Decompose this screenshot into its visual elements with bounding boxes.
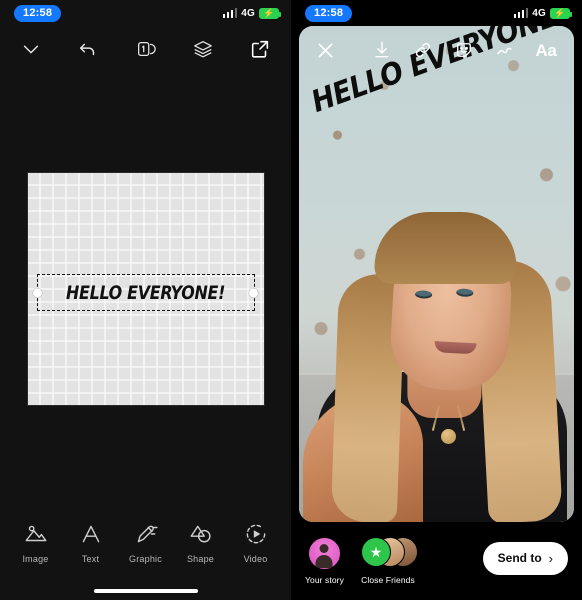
close-friends-label: Close Friends <box>361 575 415 585</box>
signal-bars-icon <box>222 8 238 18</box>
signal-bars-icon <box>513 8 529 18</box>
design-canvas[interactable]: HELLO EVERYONE! <box>27 173 264 405</box>
subject-mouth <box>433 341 477 355</box>
selected-text-box[interactable]: HELLO EVERYONE! <box>33 274 258 311</box>
sticker-button[interactable] <box>452 38 476 62</box>
undo-button[interactable] <box>73 34 103 64</box>
link-button[interactable] <box>411 38 435 62</box>
network-label: 4G <box>241 7 255 19</box>
export-button[interactable] <box>245 34 275 64</box>
close-friends-avatars: ★ <box>360 537 418 570</box>
story-action-group: Aa <box>370 38 558 62</box>
undo-arrow-icon <box>80 43 95 56</box>
editor-phone-panel: 12:58 4G ⚡ HELLO EVERYONE! Image Text Gr… <box>0 0 291 600</box>
tool-graphic-label: Graphic <box>129 554 162 564</box>
your-story-label: Your story <box>305 575 344 585</box>
status-indicators: 4G ⚡ <box>513 7 572 19</box>
tool-shape[interactable]: Shape <box>175 521 227 564</box>
tool-text[interactable]: Text <box>65 521 117 564</box>
subject-necklace <box>440 429 456 444</box>
video-icon <box>246 524 265 544</box>
resize-handle-right[interactable] <box>249 288 258 297</box>
network-label: 4G <box>532 7 546 19</box>
close-friends-star-badge: ★ <box>360 537 391 567</box>
chevron-down-icon <box>23 45 39 54</box>
subject-eye-left <box>414 290 432 299</box>
tool-text-label: Text <box>81 554 100 564</box>
story-preview[interactable]: HELLO EVERYONE! Aa <box>299 26 574 522</box>
text-icon <box>82 525 99 543</box>
status-bar-left: 12:58 4G ⚡ <box>0 0 291 26</box>
shape-icon <box>190 525 211 543</box>
story-toolbar: Aa <box>299 26 574 74</box>
close-icon <box>318 43 332 57</box>
star-icon: ★ <box>369 544 383 560</box>
image-icon <box>25 525 46 542</box>
story-phone-panel: 12:58 4G ⚡ HELLO EVERYONE! Aa Your story… <box>291 0 582 600</box>
resize-handle-left[interactable] <box>33 288 42 297</box>
sticker-icon <box>457 43 471 57</box>
tool-video[interactable]: Video <box>230 521 282 564</box>
home-indicator-left <box>93 588 198 593</box>
tool-shape-label: Shape <box>186 554 215 564</box>
close-button[interactable] <box>313 38 337 62</box>
download-icon <box>375 41 389 58</box>
send-to-label: Send to <box>497 551 542 565</box>
text-button[interactable]: Aa <box>534 38 558 62</box>
editor-toolbar <box>0 26 291 74</box>
graphic-icon <box>137 525 158 543</box>
battery-charging-icon: ⚡ <box>259 7 281 19</box>
chevron-right-icon: › <box>548 550 553 566</box>
tool-graphic[interactable]: Graphic <box>120 521 172 564</box>
save-button[interactable] <box>370 38 394 62</box>
battery-charging-icon: ⚡ <box>550 7 572 19</box>
close-friends-option[interactable]: ★ Close Friends <box>360 537 418 585</box>
avatar <box>307 537 341 570</box>
collapse-button[interactable] <box>16 34 46 64</box>
pages-icon <box>137 41 156 57</box>
tool-image-label: Image <box>22 554 49 564</box>
layers-button[interactable] <box>188 34 218 64</box>
layers-icon <box>193 41 212 58</box>
subject-eye-right <box>455 288 473 298</box>
story-share-bar: Your story ★ Close Friends Send to › <box>291 522 582 600</box>
tool-image[interactable]: Image <box>10 521 62 564</box>
canvas-area[interactable]: HELLO EVERYONE! <box>0 74 291 504</box>
status-time: 12:58 <box>305 4 353 22</box>
send-to-button[interactable]: Send to › <box>482 541 568 575</box>
status-indicators: 4G ⚡ <box>222 7 281 19</box>
pages-button[interactable] <box>131 34 161 64</box>
your-story-option[interactable]: Your story <box>305 537 344 585</box>
canvas-text: HELLO EVERYONE! <box>65 281 226 304</box>
editor-bottom-toolbar: Image Text Graphic Shape Video <box>0 521 291 564</box>
draw-button[interactable] <box>493 38 517 62</box>
photo-subject <box>299 135 574 522</box>
link-icon <box>415 42 431 58</box>
subject-hair-top <box>374 212 517 284</box>
status-bar-right: 12:58 4G ⚡ <box>291 0 582 26</box>
text-aa-icon: Aa <box>535 40 557 60</box>
draw-icon <box>497 47 512 55</box>
status-time: 12:58 <box>14 4 62 22</box>
story-audience-group: Your story ★ Close Friends <box>305 537 418 585</box>
tool-video-label: Video <box>243 554 268 564</box>
export-icon <box>251 40 269 58</box>
dual-phone-screenshot: 12:58 4G ⚡ HELLO EVERYONE! Image Text Gr… <box>0 0 582 600</box>
